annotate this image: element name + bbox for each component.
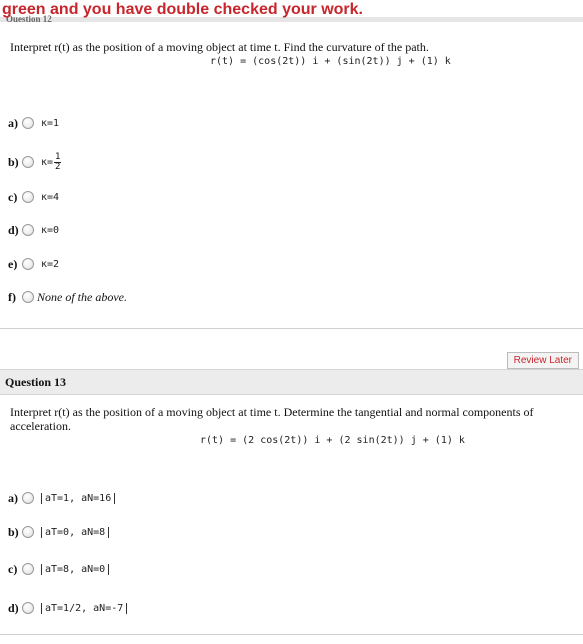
q13-option-c[interactable]: c) aT=8, aN=0 xyxy=(8,561,110,577)
option-letter: a) xyxy=(8,115,18,130)
option-letter: e) xyxy=(8,256,18,271)
q13-formula: r(t) = (2 cos(2t)) i + (2 sin(2t)) j + (… xyxy=(200,435,465,446)
radio-button[interactable] xyxy=(22,258,34,270)
banner-message: green and you have double checked your w… xyxy=(2,1,363,18)
q12-option-c[interactable]: c) κ=4 xyxy=(8,189,59,205)
radio-button[interactable] xyxy=(22,492,34,504)
option-value: κ=4 xyxy=(41,191,60,203)
section-divider-bottom xyxy=(0,634,583,635)
option-value: κ= xyxy=(41,156,54,168)
fraction-denominator: 2 xyxy=(55,161,61,172)
option-value: aT=0, aN=8 xyxy=(41,526,110,538)
option-value: aT=8, aN=0 xyxy=(41,563,110,575)
top-banner: Question 12 green and you have double ch… xyxy=(0,0,583,22)
option-value: κ=1 xyxy=(41,117,60,129)
question-13-title: Question 13 xyxy=(5,375,67,389)
option-value: aT=1, aN=16 xyxy=(41,492,116,504)
q13-option-b[interactable]: b) aT=0, aN=8 xyxy=(8,524,110,540)
radio-button[interactable] xyxy=(22,563,34,575)
q12-option-e[interactable]: e) κ=2 xyxy=(8,256,59,272)
q12-option-b[interactable]: b) κ= 1 2 xyxy=(8,151,62,173)
section-divider xyxy=(0,328,583,329)
option-letter: d) xyxy=(8,222,19,237)
radio-button[interactable] xyxy=(22,526,34,538)
question-13-header: Question 13 xyxy=(0,369,583,395)
q12-option-d[interactable]: d) κ=0 xyxy=(8,222,59,238)
fraction-numerator: 1 xyxy=(54,151,62,163)
q12-option-f[interactable]: f) None of the above. xyxy=(8,289,127,305)
q13-prompt: Interpret r(t) as the position of a movi… xyxy=(10,405,534,433)
option-value: κ=2 xyxy=(41,258,60,270)
option-letter: c) xyxy=(8,189,18,204)
radio-button[interactable] xyxy=(22,602,34,614)
q13-option-d[interactable]: d) aT=1/2, aN=-7 xyxy=(8,598,128,618)
radio-button[interactable] xyxy=(22,291,34,303)
option-letter: b) xyxy=(8,524,19,539)
option-value: None of the above. xyxy=(37,289,127,304)
option-letter: d) xyxy=(8,600,19,615)
option-letter: b) xyxy=(8,154,19,169)
q12-option-a[interactable]: a) κ=1 xyxy=(8,115,59,131)
q12-prompt: Interpret r(t) as the position of a movi… xyxy=(10,40,429,54)
radio-button[interactable] xyxy=(22,117,34,129)
radio-button[interactable] xyxy=(22,191,34,203)
radio-button[interactable] xyxy=(22,156,34,168)
option-letter: c) xyxy=(8,561,18,576)
option-letter: a) xyxy=(8,490,18,505)
review-later-button[interactable]: Review Later xyxy=(506,352,579,369)
q12-formula: r(t) = (cos(2t)) i + (sin(2t)) j + (1) k xyxy=(210,56,451,67)
fraction: 1 2 xyxy=(54,151,62,172)
radio-button[interactable] xyxy=(22,224,34,236)
option-letter: f) xyxy=(8,289,16,304)
q13-option-a[interactable]: a) aT=1, aN=16 xyxy=(8,490,116,506)
option-value: aT=1/2, aN=-7 xyxy=(41,602,128,614)
option-value: κ=0 xyxy=(41,224,60,236)
